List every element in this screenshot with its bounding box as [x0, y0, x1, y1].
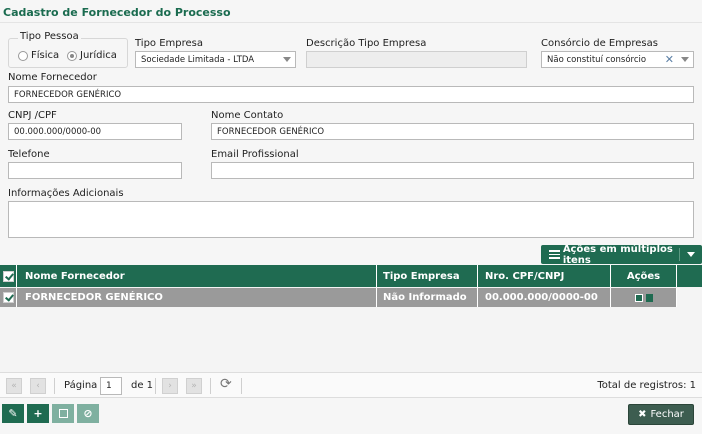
plus-icon: +	[33, 407, 43, 420]
add-button[interactable]: +	[27, 404, 49, 423]
nome-fornecedor-field[interactable]: FORNECEDOR GENÉRICO	[8, 86, 694, 103]
email-label: Email Profissional	[211, 149, 299, 160]
prev-page-icon[interactable]: ‹	[30, 378, 46, 394]
tipo-empresa-label: Tipo Empresa	[135, 38, 204, 49]
pager-separator	[155, 378, 156, 394]
trash-icon[interactable]	[645, 293, 653, 302]
cnpj-label: CNPJ /CPF	[8, 110, 57, 121]
total-records: Total de registros: 1	[597, 380, 696, 391]
pager-separator	[54, 378, 55, 394]
chevron-down-icon	[283, 57, 291, 62]
descricao-tipo-empresa-field	[306, 51, 527, 68]
column-tipo-empresa[interactable]: Tipo Empresa	[377, 265, 478, 287]
radio-juridica-dot[interactable]	[67, 50, 77, 61]
tipo-empresa-value: Sociedade Limitada - LTDA	[141, 55, 255, 65]
tipo-empresa-select[interactable]: Sociedade Limitada - LTDA	[135, 51, 296, 68]
consorcio-select[interactable]: Não constituí consórcio ✕	[541, 51, 694, 68]
close-button-label: Fechar	[650, 409, 684, 420]
nome-contato-label: Nome Contato	[211, 110, 284, 121]
close-icon: ✖	[638, 409, 647, 420]
row-checkbox[interactable]	[2, 292, 14, 303]
tipo-pessoa-legend: Tipo Pessoa	[18, 31, 81, 42]
pagination-bar: « ‹ Página 1 de 1 › » ⟳ Total de registr…	[0, 372, 702, 398]
consorcio-label: Consórcio de Empresas	[541, 38, 658, 49]
edit-button[interactable]: ✎	[2, 404, 24, 423]
edit-icon[interactable]	[634, 293, 643, 302]
cancel-icon: ⊘	[83, 407, 93, 420]
chevron-down-icon[interactable]	[687, 252, 695, 257]
radio-juridica[interactable]: Jurídica	[67, 50, 117, 61]
edit-icon: ✎	[8, 407, 18, 420]
form-panel: Cadastro de Fornecedor do Processo Tipo …	[0, 0, 702, 434]
radio-fisica[interactable]: Física	[18, 50, 59, 61]
multi-actions-button[interactable]: Ações em múltiplos itens	[541, 243, 702, 266]
title-divider	[0, 22, 702, 23]
nome-fornecedor-label: Nome Fornecedor	[8, 72, 97, 83]
page-number-input[interactable]: 1	[100, 377, 122, 395]
select-all-checkbox[interactable]	[2, 270, 14, 282]
first-page-icon[interactable]: «	[6, 378, 22, 394]
radio-fisica-label: Física	[31, 50, 60, 61]
grid-header: Nome Fornecedor Tipo Empresa Nro. CPF/CN…	[0, 265, 702, 287]
multi-actions-divider	[679, 248, 680, 261]
cancel-button[interactable]: ⊘	[77, 404, 99, 423]
last-page-icon[interactable]: »	[186, 378, 202, 394]
telefone-label: Telefone	[8, 149, 50, 160]
row-nro: 00.000.000/0000-00	[478, 288, 611, 307]
column-acoes: Ações	[611, 265, 677, 287]
next-page-icon[interactable]: ›	[162, 378, 178, 394]
select-all-checkbox-cell[interactable]	[0, 265, 17, 287]
informacoes-label: Informações Adicionais	[8, 188, 124, 199]
footer-toolbar: ✎ + ⊘	[0, 399, 702, 434]
row-tipo: Não Informado	[377, 288, 478, 307]
consorcio-value: Não constituí consórcio	[547, 55, 647, 65]
column-nome-fornecedor[interactable]: Nome Fornecedor	[17, 265, 377, 287]
menu-icon	[549, 250, 560, 259]
radio-fisica-dot[interactable]	[18, 50, 28, 61]
refresh-icon[interactable]: ⟳	[220, 376, 232, 392]
row-checkbox-cell[interactable]	[0, 288, 17, 307]
close-button[interactable]: ✖ Fechar	[628, 404, 694, 425]
close-icon[interactable]: ✕	[665, 53, 674, 66]
row-actions	[611, 288, 677, 307]
pager-separator	[241, 378, 242, 394]
nome-contato-field[interactable]: FORNECEDOR GENÉRICO	[211, 123, 694, 140]
page-title: Cadastro de Fornecedor do Processo	[3, 6, 231, 19]
informacoes-textarea[interactable]	[8, 201, 694, 238]
table-row[interactable]: FORNECEDOR GENÉRICO Não Informado 00.000…	[0, 288, 677, 307]
page-of-label: de 1	[131, 380, 154, 391]
tipo-pessoa-group: Tipo Pessoa Física Jurídica	[8, 31, 128, 68]
pager-separator	[210, 378, 211, 394]
email-field[interactable]	[211, 162, 694, 179]
descricao-tipo-empresa-label: Descrição Tipo Empresa	[306, 38, 427, 49]
save-button[interactable]	[52, 404, 74, 423]
radio-juridica-label: Jurídica	[80, 50, 117, 61]
telefone-field[interactable]	[8, 162, 182, 179]
multi-actions-label: Ações em múltiplos itens	[562, 243, 673, 266]
row-nome: FORNECEDOR GENÉRICO	[17, 288, 377, 307]
chevron-down-icon	[681, 57, 689, 62]
page-label: Página	[64, 380, 98, 391]
column-nro-cpf-cnpj[interactable]: Nro. CPF/CNPJ	[478, 265, 611, 287]
save-icon	[58, 409, 68, 418]
cnpj-field[interactable]: 00.000.000/0000-00	[8, 123, 182, 140]
